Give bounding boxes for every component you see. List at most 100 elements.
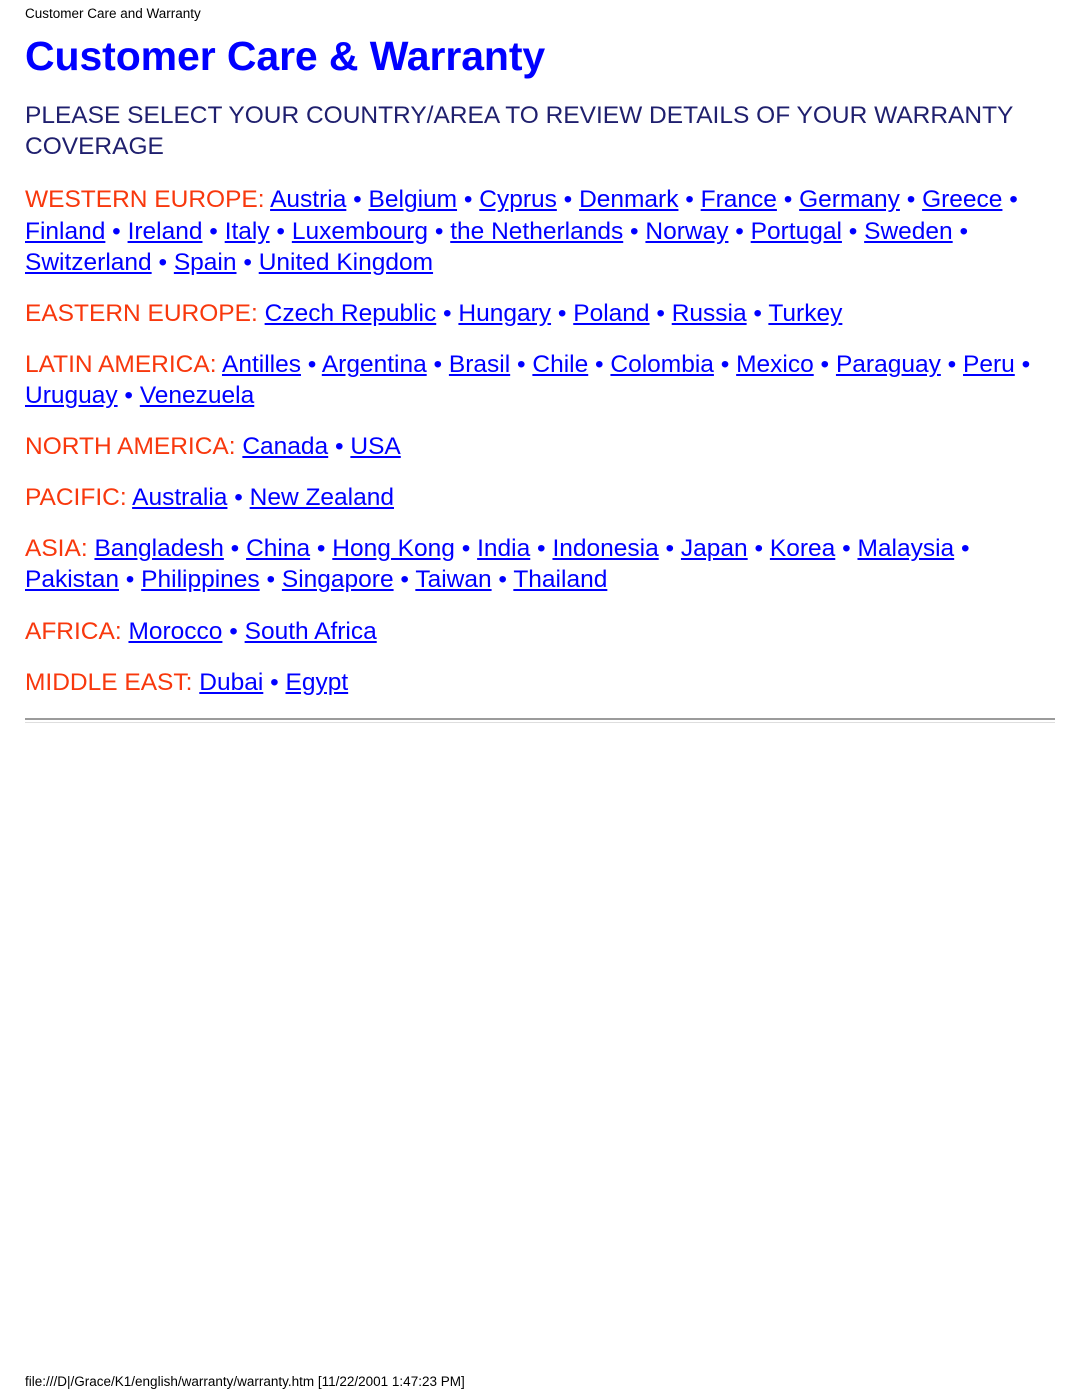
separator-bullet: • xyxy=(491,566,514,594)
country-link-pakistan[interactable]: Pakistan xyxy=(25,566,119,593)
country-link-united-kingdom[interactable]: United Kingdom xyxy=(259,249,433,276)
country-link-the-netherlands[interactable]: the Netherlands xyxy=(450,218,623,245)
separator-bullet: • xyxy=(227,484,250,512)
country-link-argentina[interactable]: Argentina xyxy=(322,351,427,378)
region-label: LATIN AMERICA: xyxy=(25,350,217,378)
region-label: AFRICA: xyxy=(25,617,122,645)
country-link-czech-republic[interactable]: Czech Republic xyxy=(265,300,437,327)
separator-bullet: • xyxy=(713,350,737,378)
running-head: Customer Care and Warranty xyxy=(25,6,201,21)
country-link-norway[interactable]: Norway xyxy=(645,218,728,245)
region-block-latin-america: LATIN AMERICA: Antilles • Argentina • Br… xyxy=(25,349,1055,411)
separator-bullet: • xyxy=(551,299,574,327)
separator-bullet: • xyxy=(556,186,580,214)
country-link-greece[interactable]: Greece xyxy=(922,186,1002,213)
country-link-korea[interactable]: Korea xyxy=(770,535,835,562)
country-link-cyprus[interactable]: Cyprus xyxy=(479,186,557,213)
country-link-chile[interactable]: Chile xyxy=(532,351,588,378)
country-link-venezuela[interactable]: Venezuela xyxy=(140,382,254,409)
separator-bullet: • xyxy=(1014,350,1031,378)
country-link-india[interactable]: India xyxy=(477,535,530,562)
region-block-western-europe: WESTERN EUROPE: Austria • Belgium • Cypr… xyxy=(25,184,1055,277)
country-link-portugal[interactable]: Portugal xyxy=(751,218,842,245)
instruction-subtitle: PLEASE SELECT YOUR COUNTRY/AREA TO REVIE… xyxy=(25,102,1013,161)
country-link-usa[interactable]: USA xyxy=(350,433,400,460)
separator-bullet: • xyxy=(728,217,751,245)
country-link-paraguay[interactable]: Paraguay xyxy=(836,351,941,378)
separator-bullet: • xyxy=(310,535,333,563)
country-link-morocco[interactable]: Morocco xyxy=(128,618,222,645)
separator-bullet: • xyxy=(835,535,858,563)
country-link-france[interactable]: France xyxy=(701,186,777,213)
country-link-sweden[interactable]: Sweden xyxy=(864,218,953,245)
country-link-peru[interactable]: Peru xyxy=(963,351,1015,378)
country-link-hong-kong[interactable]: Hong Kong xyxy=(332,535,455,562)
country-link-thailand[interactable]: Thailand xyxy=(513,566,607,593)
country-link-japan[interactable]: Japan xyxy=(681,535,748,562)
country-link-poland[interactable]: Poland xyxy=(573,300,649,327)
country-link-turkey[interactable]: Turkey xyxy=(768,300,842,327)
separator-bullet: • xyxy=(952,217,969,245)
country-link-south-africa[interactable]: South Africa xyxy=(245,618,377,645)
country-link-china[interactable]: China xyxy=(246,535,310,562)
separator-bullet: • xyxy=(954,535,970,563)
country-link-brasil[interactable]: Brasil xyxy=(449,351,510,378)
region-label: PACIFIC: xyxy=(25,484,127,512)
separator-bullet: • xyxy=(678,186,701,214)
separator-bullet: • xyxy=(776,186,800,214)
country-link-italy[interactable]: Italy xyxy=(225,218,270,245)
region-label: WESTERN EUROPE: xyxy=(25,186,265,214)
country-link-new-zealand[interactable]: New Zealand xyxy=(250,484,394,511)
country-link-antilles[interactable]: Antilles xyxy=(222,351,301,378)
region-block-pacific: PACIFIC: Australia • New Zealand xyxy=(25,482,1055,513)
country-link-bangladesh[interactable]: Bangladesh xyxy=(94,535,223,562)
document-body: Customer Care & Warranty PLEASE SELECT Y… xyxy=(25,34,1055,718)
separator-bullet: • xyxy=(151,248,174,276)
country-link-switzerland[interactable]: Switzerland xyxy=(25,249,152,276)
separator-bullet: • xyxy=(300,350,322,378)
country-link-uruguay[interactable]: Uruguay xyxy=(25,382,118,409)
region-label: ASIA: xyxy=(25,535,88,563)
section-divider xyxy=(25,718,1055,723)
region-block-middle-east: MIDDLE EAST: Dubai • Egypt xyxy=(25,667,1055,698)
country-link-taiwan[interactable]: Taiwan xyxy=(415,566,491,593)
country-link-malaysia[interactable]: Malaysia xyxy=(857,535,954,562)
country-link-denmark[interactable]: Denmark xyxy=(579,186,678,213)
country-link-colombia[interactable]: Colombia xyxy=(610,351,714,378)
separator-bullet: • xyxy=(940,350,964,378)
separator-bullet: • xyxy=(105,217,128,245)
separator-bullet: • xyxy=(428,217,451,245)
country-link-ireland[interactable]: Ireland xyxy=(128,218,203,245)
country-link-austria[interactable]: Austria xyxy=(270,186,346,213)
separator-bullet: • xyxy=(436,299,459,327)
country-link-mexico[interactable]: Mexico xyxy=(736,351,814,378)
country-link-australia[interactable]: Australia xyxy=(132,484,227,511)
country-link-russia[interactable]: Russia xyxy=(672,300,747,327)
country-link-finland[interactable]: Finland xyxy=(25,218,105,245)
country-link-germany[interactable]: Germany xyxy=(799,186,900,213)
separator-bullet: • xyxy=(269,217,292,245)
separator-bullet: • xyxy=(259,566,282,594)
region-label: NORTH AMERICA: xyxy=(25,433,236,461)
country-link-spain[interactable]: Spain xyxy=(174,249,237,276)
country-link-hungary[interactable]: Hungary xyxy=(458,300,551,327)
country-link-philippines[interactable]: Philippines xyxy=(141,566,260,593)
separator-bullet: • xyxy=(263,668,286,696)
separator-bullet: • xyxy=(746,299,769,327)
separator-bullet: • xyxy=(899,186,923,214)
country-link-canada[interactable]: Canada xyxy=(242,433,328,460)
country-link-indonesia[interactable]: Indonesia xyxy=(552,535,658,562)
separator-bullet: • xyxy=(841,217,865,245)
country-link-dubai[interactable]: Dubai xyxy=(199,669,263,696)
separator-bullet: • xyxy=(649,299,672,327)
country-link-luxembourg[interactable]: Luxembourg xyxy=(292,218,428,245)
separator-bullet: • xyxy=(223,535,247,563)
separator-bullet: • xyxy=(117,382,140,410)
separator-bullet: • xyxy=(530,535,553,563)
separator-bullet: • xyxy=(393,566,416,594)
country-link-singapore[interactable]: Singapore xyxy=(282,566,394,593)
country-link-belgium[interactable]: Belgium xyxy=(369,186,458,213)
country-link-egypt[interactable]: Egypt xyxy=(286,669,349,696)
region-list: WESTERN EUROPE: Austria • Belgium • Cypr… xyxy=(25,184,1055,697)
separator-bullet: • xyxy=(454,535,478,563)
